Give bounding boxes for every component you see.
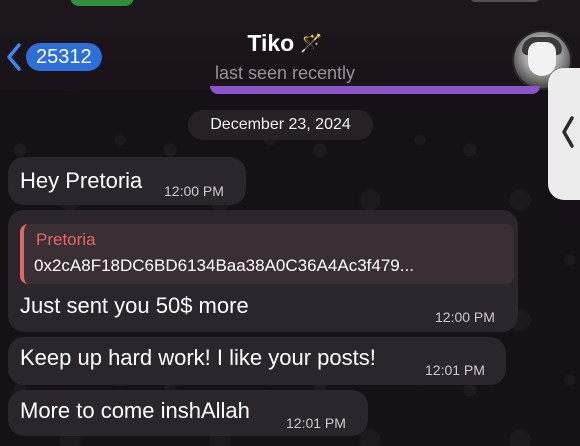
message-text: Keep up hard work! I like your posts! (20, 345, 376, 370)
status-indicators (470, 0, 540, 2)
message-bubble[interactable]: Keep up hard work! I like your posts! 12… (8, 337, 506, 385)
chat-header: 25312 Tiko 🪄 last seen recently (0, 0, 580, 90)
message-text: Hey Pretoria (20, 168, 143, 193)
reply-quote[interactable]: Pretoria 0x2cA8F18DC6BD6134Baa38A0C36A4A… (20, 224, 514, 284)
reply-author: Pretoria (36, 230, 96, 249)
chevron-left-icon (6, 42, 22, 72)
message-bubble[interactable]: Hey Pretoria 12:00 PM (8, 157, 246, 205)
side-panel-handle[interactable] (548, 68, 580, 200)
message-bubble[interactable]: More to come inshAllah 12:01 PM (8, 390, 368, 436)
message-text: Just sent you 50$ more (20, 293, 249, 318)
unread-count-badge: 25312 (26, 43, 102, 71)
back-button[interactable]: 25312 (6, 40, 102, 74)
chevron-left-icon (561, 115, 575, 154)
message-bubble[interactable]: Pretoria 0x2cA8F18DC6BD6134Baa38A0C36A4A… (8, 210, 518, 332)
avatar-face (528, 42, 556, 76)
contact-title[interactable]: Tiko 🪄 last seen recently (170, 30, 400, 84)
call-status-pill[interactable] (70, 0, 134, 6)
name-emoji: 🪄 (300, 33, 323, 53)
message-text: More to come inshAllah (20, 398, 250, 423)
contact-name: Tiko (247, 30, 295, 56)
message-time: 12:00 PM (164, 183, 224, 199)
message-time: 12:00 PM (435, 309, 495, 325)
pinned-bar[interactable] (210, 86, 540, 94)
message-time: 12:01 PM (425, 362, 485, 378)
message-time: 12:01 PM (286, 415, 346, 431)
reply-text: 0x2cA8F18DC6BD6134Baa38A0C36A4Ac3f479... (34, 256, 414, 275)
last-seen-status: last seen recently (214, 63, 356, 83)
date-separator: December 23, 2024 (188, 110, 373, 140)
